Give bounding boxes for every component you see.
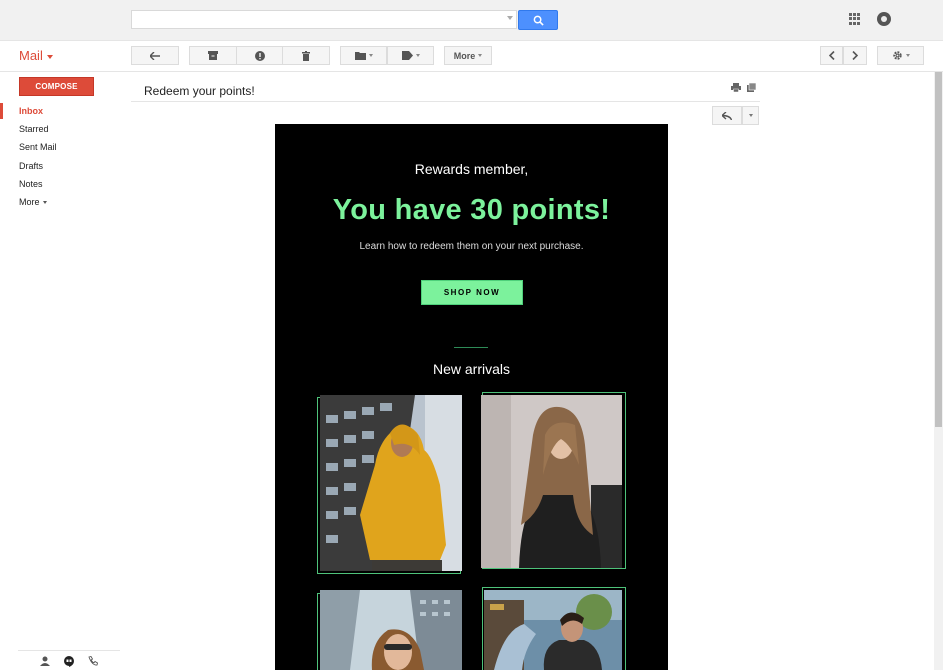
archive-icon <box>208 51 218 60</box>
search-options-caret-icon[interactable] <box>507 16 513 20</box>
chevron-down-icon <box>748 114 753 117</box>
email-greeting: Rewards member, <box>414 161 529 177</box>
reply-icon <box>722 111 732 120</box>
print-icon[interactable] <box>731 83 741 92</box>
sidebar <box>0 72 120 670</box>
email-subline: Learn how to redeem them on your next pu… <box>359 241 584 252</box>
hangouts-icon[interactable] <box>64 656 74 667</box>
gear-icon <box>892 51 902 60</box>
move-to-button[interactable] <box>340 46 387 65</box>
product-image-denim-jacket[interactable] <box>484 590 622 670</box>
message-subject: Redeem your points! <box>144 84 255 98</box>
reply-options-button[interactable] <box>742 106 759 125</box>
back-button[interactable] <box>131 46 179 65</box>
apps-grid-icon[interactable] <box>849 13 861 25</box>
new-window-icon[interactable] <box>747 83 756 92</box>
sidebar-more-label: More <box>19 197 40 207</box>
product-image-black-jacket[interactable] <box>481 395 622 568</box>
chevron-down-icon <box>42 201 47 205</box>
active-item-indicator <box>0 103 3 119</box>
folder-icon <box>354 52 366 60</box>
email-body: Rewards member, You have 30 points! Lear… <box>275 124 668 670</box>
reply-button[interactable] <box>712 106 742 125</box>
sidebar-item-inbox[interactable]: Inbox <box>19 106 43 116</box>
settings-button[interactable] <box>877 46 924 65</box>
back-arrow-icon <box>150 51 160 60</box>
email-headline: You have 30 points! <box>332 194 611 226</box>
report-spam-icon <box>254 50 265 61</box>
mail-switcher[interactable]: Mail <box>19 48 53 63</box>
account-icon[interactable] <box>877 12 891 26</box>
trash-icon <box>302 50 310 61</box>
search-input[interactable] <box>131 10 517 29</box>
report-spam-button[interactable] <box>236 46 283 65</box>
product-image-yellow-hoodie[interactable] <box>320 395 462 571</box>
compose-button[interactable]: COMPOSE <box>19 77 94 96</box>
sidebar-item-notes[interactable]: Notes <box>19 179 43 189</box>
more-actions-button[interactable]: More <box>444 46 492 65</box>
scrollbar-thumb[interactable] <box>935 72 942 427</box>
chevron-right-icon <box>852 51 858 60</box>
sidebar-item-drafts[interactable]: Drafts <box>19 161 43 171</box>
section-divider <box>454 347 488 348</box>
shop-now-button[interactable]: SHOP NOW <box>421 280 523 305</box>
mail-label: Mail <box>19 48 43 63</box>
person-icon[interactable] <box>40 656 50 666</box>
sidebar-item-sent-mail[interactable]: Sent Mail <box>19 142 57 152</box>
newer-button[interactable] <box>820 46 843 65</box>
delete-button[interactable] <box>282 46 330 65</box>
scrollbar[interactable] <box>934 72 943 670</box>
more-actions-label: More <box>453 50 476 61</box>
search-button[interactable] <box>518 10 558 30</box>
product-image-sunglasses[interactable] <box>320 590 462 670</box>
older-button[interactable] <box>843 46 867 65</box>
sidebar-item-more[interactable]: More <box>19 197 47 207</box>
new-arrivals-title: New arrivals <box>432 361 510 377</box>
subject-divider <box>131 101 760 102</box>
labels-button[interactable] <box>387 46 434 65</box>
archive-button[interactable] <box>189 46 237 65</box>
chevron-down-icon <box>46 54 53 59</box>
label-icon <box>401 51 413 60</box>
phone-icon[interactable] <box>88 656 98 666</box>
search-icon <box>533 15 544 26</box>
chevron-left-icon <box>828 51 835 60</box>
sidebar-item-starred[interactable]: Starred <box>19 124 49 134</box>
